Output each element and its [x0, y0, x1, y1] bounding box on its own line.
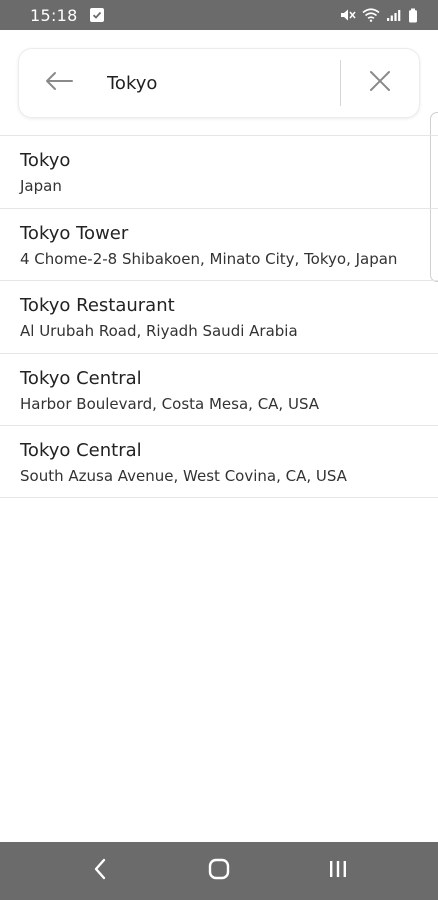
result-title: Tokyo [20, 150, 71, 171]
battery-icon [408, 8, 418, 23]
result-subtitle: South Azusa Avenue, West Covina, CA, USA [20, 467, 347, 485]
notification-icon [89, 8, 104, 22]
arrow-left-icon [44, 71, 74, 95]
result-subtitle: Al Urubah Road, Riyadh Saudi Arabia [20, 322, 298, 340]
results-list: Tokyo Japan Tokyo Tower 4 Chome-2-8 Shib… [0, 135, 438, 498]
clear-search-button[interactable] [341, 49, 419, 117]
result-item[interactable]: Tokyo Japan [0, 135, 438, 208]
nav-home-button[interactable] [189, 842, 249, 900]
status-left: 15:18 [30, 6, 104, 25]
home-icon [207, 857, 231, 885]
search-bar [18, 48, 420, 118]
nav-recents-button[interactable] [308, 842, 368, 900]
result-item[interactable]: Tokyo Tower 4 Chome-2-8 Shibakoen, Minat… [0, 207, 438, 281]
result-title: Tokyo Tower [20, 222, 129, 244]
status-bar: 15:18 [0, 0, 438, 30]
status-right [340, 8, 418, 23]
wifi-icon [362, 8, 380, 22]
close-icon [369, 70, 391, 96]
nav-back-button[interactable] [70, 842, 130, 900]
result-title: Tokyo Restaurant [20, 295, 175, 316]
back-button[interactable] [19, 49, 99, 117]
mute-icon [340, 8, 356, 22]
back-nav-icon [93, 858, 107, 884]
status-time: 15:18 [30, 5, 78, 25]
recents-icon [327, 858, 349, 884]
result-subtitle: 4 Chome-2-8 Shibakoen, Minato City, Toky… [20, 249, 398, 268]
result-title: Tokyo Central [20, 440, 142, 461]
result-title: Tokyo Central [20, 367, 142, 389]
navigation-bar [0, 842, 438, 900]
signal-icon [386, 8, 402, 22]
search-input[interactable] [99, 49, 340, 117]
result-item[interactable]: Tokyo Restaurant Al Urubah Road, Riyadh … [0, 280, 438, 353]
result-item[interactable]: Tokyo Central Harbor Boulevard, Costa Me… [0, 352, 438, 426]
result-subtitle: Japan [20, 177, 62, 195]
result-item[interactable]: Tokyo Central South Azusa Avenue, West C… [0, 425, 438, 498]
result-subtitle: Harbor Boulevard, Costa Mesa, CA, USA [20, 394, 320, 413]
